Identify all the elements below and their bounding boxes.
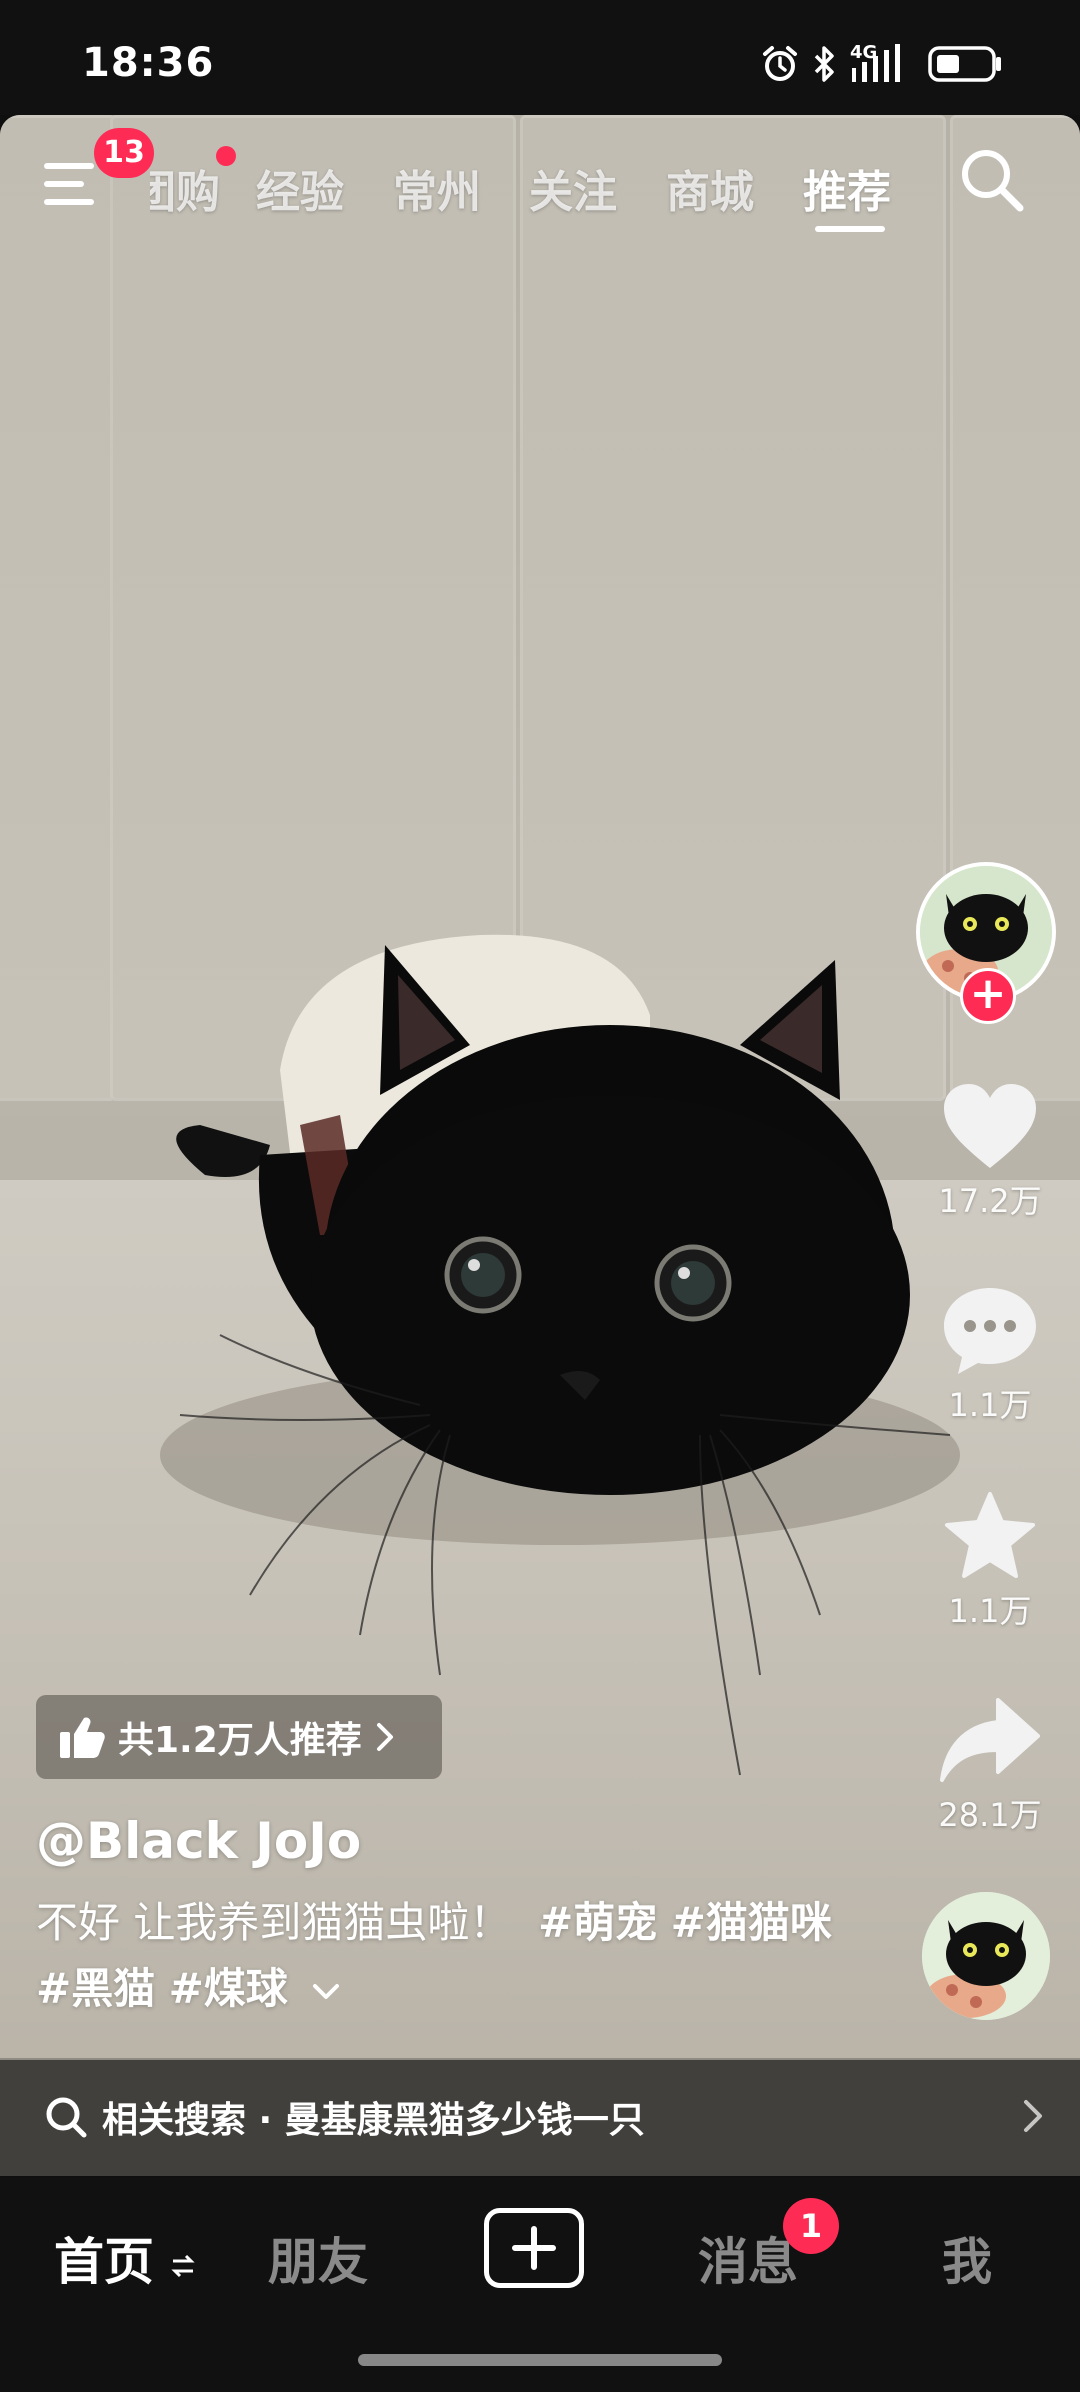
tab-dot-badge — [216, 146, 236, 166]
music-disc-image — [922, 1892, 1050, 2020]
active-tab-indicator — [815, 226, 885, 232]
plus-icon — [512, 2226, 556, 2270]
comment-icon — [944, 1288, 1036, 1374]
share-button[interactable]: 28.1万 — [930, 1694, 1050, 1836]
bluetooth-icon — [814, 46, 834, 82]
thumbs-up-icon — [60, 1717, 105, 1758]
battery-icon — [928, 46, 1001, 82]
create-button[interactable] — [484, 2208, 584, 2288]
hashtag[interactable]: #萌宠 — [538, 1898, 657, 1947]
nav-home-label: 首页 — [54, 2233, 154, 2291]
status-time: 18:36 — [82, 40, 215, 86]
expand-chevron-icon[interactable] — [311, 1982, 341, 2002]
tab-following[interactable]: 关注 — [529, 156, 617, 220]
author-name[interactable]: @Black JoJo — [36, 1812, 361, 1870]
share-count: 28.1万 — [938, 1796, 1042, 1834]
nav-me[interactable]: 我 — [942, 2222, 992, 2294]
chevron-right-icon — [1024, 2100, 1042, 2132]
switch-arrows-icon — [171, 2254, 196, 2277]
tab-experience[interactable]: 经验 — [256, 156, 344, 220]
status-bar: 18:36 4G — [0, 0, 1080, 115]
signal-icon: 4G — [850, 42, 916, 84]
related-search-text: 相关搜索 · 曼基康黑猫多少钱一只 — [102, 2100, 645, 2141]
nav-home[interactable]: 首页 — [54, 2222, 196, 2294]
status-icons: 4G — [760, 42, 1004, 84]
music-disc[interactable] — [922, 1892, 1050, 2020]
alarm-icon — [763, 46, 797, 81]
search-icon — [46, 2097, 87, 2138]
message-badge: 1 — [783, 2198, 839, 2254]
recommend-count-text: 共1.2万人推荐 — [118, 1720, 362, 1761]
like-button[interactable]: 17.2万 — [930, 1080, 1050, 1222]
search-icon[interactable] — [956, 144, 1026, 214]
tab-changzhou[interactable]: 常州 — [393, 156, 481, 220]
favorite-count: 1.1万 — [948, 1592, 1032, 1630]
star-icon — [945, 1492, 1035, 1578]
comment-count: 1.1万 — [948, 1386, 1032, 1424]
share-icon — [940, 1698, 1040, 1782]
hashtag[interactable]: #煤球 — [169, 1964, 288, 2013]
menu-icon[interactable] — [44, 159, 102, 209]
video-description: 不好 让我养到猫猫虫啦！ #萌宠 #猫猫咪 #黑猫 #煤球 — [36, 1890, 836, 2022]
notification-badge: 13 — [94, 128, 154, 178]
comment-button[interactable]: 1.1万 — [930, 1284, 1050, 1426]
chevron-right-icon — [376, 1723, 393, 1751]
tab-recommend[interactable]: 推荐 — [803, 156, 891, 220]
like-count: 17.2万 — [938, 1182, 1042, 1220]
description-text: 不好 让我养到猫猫虫啦！ — [36, 1898, 512, 1947]
tab-mall[interactable]: 商城 — [666, 156, 754, 220]
heart-icon — [944, 1084, 1036, 1168]
follow-button[interactable]: + — [960, 968, 1016, 1024]
home-indicator — [358, 2354, 722, 2366]
bottom-nav: 首页 朋友 消息 1 我 — [0, 2178, 1080, 2392]
nav-friends[interactable]: 朋友 — [268, 2222, 368, 2294]
favorite-button[interactable]: 1.1万 — [930, 1490, 1050, 1632]
related-search-bar[interactable]: 相关搜索 · 曼基康黑猫多少钱一只 — [0, 2058, 1080, 2176]
hashtag[interactable]: #猫猫咪 — [671, 1898, 832, 1947]
hashtag[interactable]: #黑猫 — [36, 1964, 155, 2013]
recommend-pill[interactable]: 共1.2万人推荐 — [36, 1695, 442, 1779]
